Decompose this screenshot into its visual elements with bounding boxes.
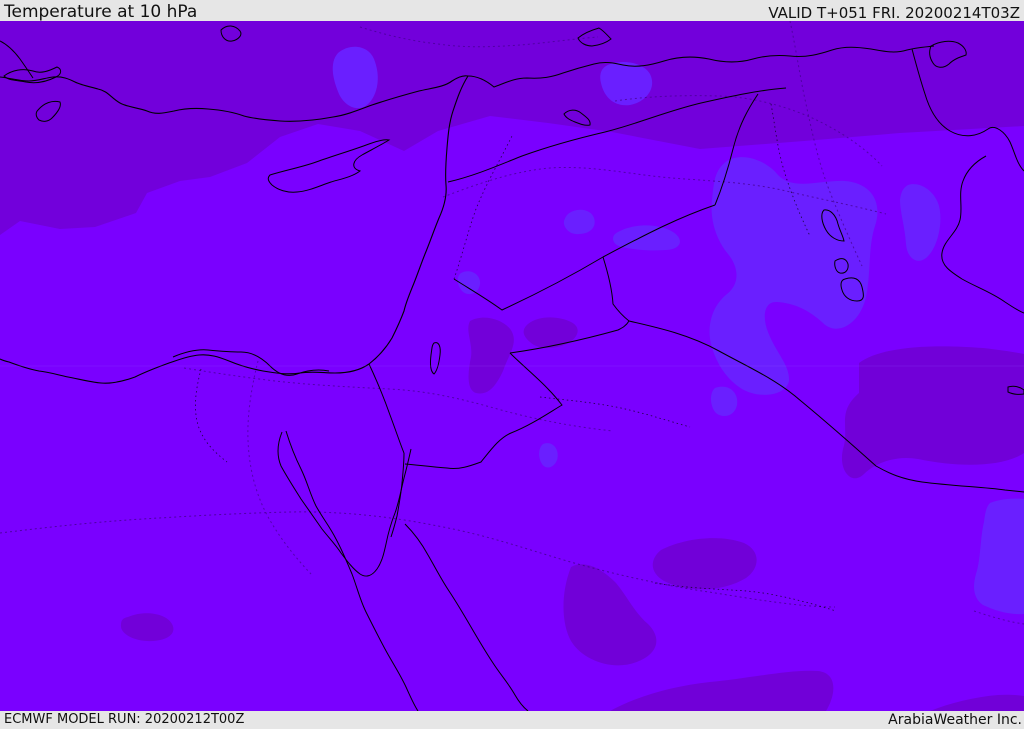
data-credit: ArabiaWeather Inc.: [888, 712, 1022, 728]
temperature-map[interactable]: [0, 21, 1024, 711]
header-bar: Temperature at 10 hPa VALID T+051 FRI. 2…: [0, 0, 1024, 21]
footer-bar: ECMWF MODEL RUN: 20200212T00Z ArabiaWeat…: [0, 711, 1024, 729]
map-svg: [0, 21, 1024, 711]
valid-time: VALID T+051 FRI. 20200214T03Z: [768, 4, 1020, 22]
map-title: Temperature at 10 hPa: [4, 2, 198, 22]
model-run: ECMWF MODEL RUN: 20200212T00Z: [4, 712, 245, 727]
weather-map-screen: Temperature at 10 hPa VALID T+051 FRI. 2…: [0, 0, 1024, 729]
